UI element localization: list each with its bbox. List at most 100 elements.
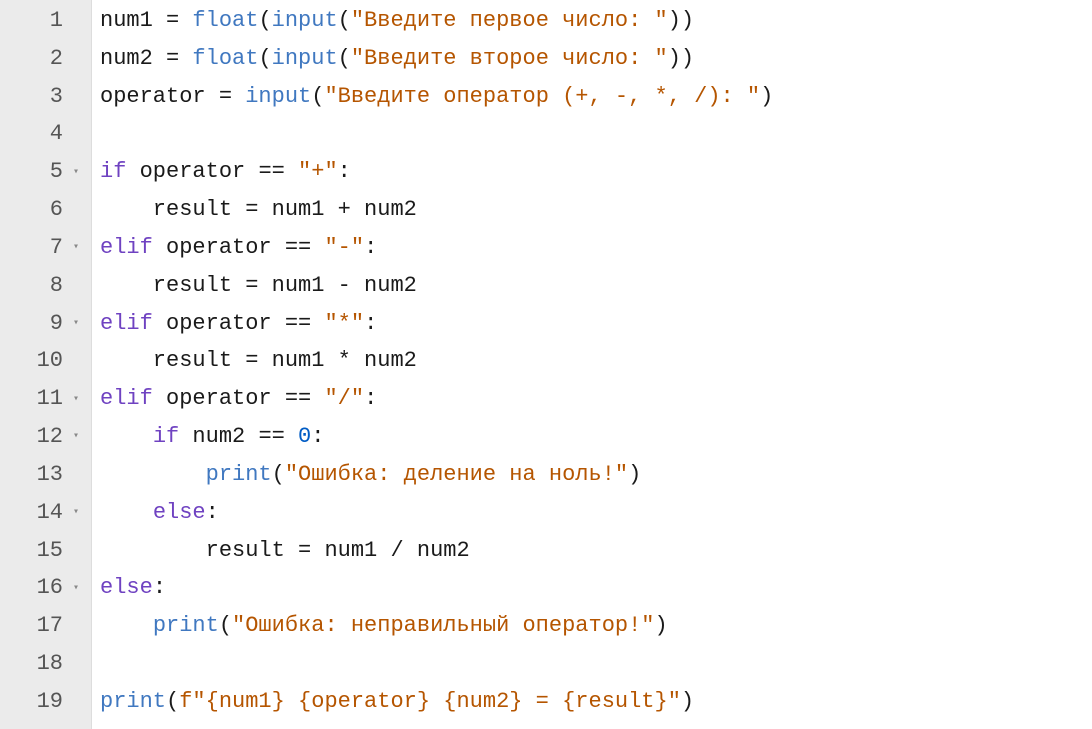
token-name: result [100, 273, 232, 298]
token-op: == [285, 311, 311, 336]
code-area[interactable]: num1 = float(input("Введите первое число… [92, 0, 1092, 729]
line-number: 14 [37, 494, 63, 532]
code-line[interactable]: print("Ошибка: деление на ноль!") [100, 456, 1084, 494]
token-name: num2 [179, 424, 258, 449]
line-number: 10 [37, 342, 63, 380]
token-punc: ( [338, 8, 351, 33]
token-kw: else [100, 575, 153, 600]
gutter-line: 3 [8, 78, 79, 116]
code-line[interactable]: operator = input("Введите оператор (+, -… [100, 78, 1084, 116]
code-line[interactable]: else: [100, 569, 1084, 607]
code-line[interactable]: num1 = float(input("Введите первое число… [100, 2, 1084, 40]
line-number: 7 [50, 229, 63, 267]
line-number: 1 [50, 2, 63, 40]
token-kw: elif [100, 235, 153, 260]
token-fn: print [100, 689, 166, 714]
fold-marker-icon[interactable]: ▾ [69, 391, 79, 408]
fold-marker-icon[interactable]: ▾ [69, 164, 79, 181]
token-punc: ( [219, 613, 232, 638]
code-line[interactable]: elif operator == "/": [100, 380, 1084, 418]
token-punc: ( [338, 46, 351, 71]
token-name [100, 613, 153, 638]
token-str: "+" [285, 159, 338, 184]
token-punc: ( [258, 46, 271, 71]
token-op: == [258, 424, 284, 449]
code-line[interactable]: else: [100, 494, 1084, 532]
code-line[interactable] [100, 115, 1084, 153]
fold-marker-icon[interactable]: ▾ [69, 428, 79, 445]
token-fn: print [153, 613, 219, 638]
gutter-line: 17 [8, 607, 79, 645]
line-number: 5 [50, 153, 63, 191]
gutter-line: 16▾ [8, 569, 79, 607]
token-name: result [100, 538, 285, 563]
gutter-line: 11 ▾ [8, 380, 79, 418]
token-fn: input [272, 46, 338, 71]
token-kw: if [100, 159, 126, 184]
token-punc: : [311, 424, 324, 449]
token-punc: ( [166, 689, 179, 714]
line-number: 12 [37, 418, 63, 456]
token-op: - [338, 273, 351, 298]
line-number: 2 [50, 40, 63, 78]
gutter-line: 10 [8, 342, 79, 380]
token-str: "Ошибка: неправильный оператор!" [232, 613, 654, 638]
token-punc: ) [655, 613, 668, 638]
token-fn: input [245, 84, 311, 109]
code-line[interactable] [100, 645, 1084, 683]
code-line[interactable]: print("Ошибка: неправильный оператор!") [100, 607, 1084, 645]
code-line[interactable]: result = num1 + num2 [100, 191, 1084, 229]
gutter-line: 5▾ [8, 153, 79, 191]
line-number: 6 [50, 191, 63, 229]
code-line[interactable]: print(f"{num1} {operator} {num2} = {resu… [100, 683, 1084, 721]
code-line[interactable]: elif operator == "-": [100, 229, 1084, 267]
token-name: operator [153, 386, 285, 411]
code-line[interactable]: if num2 == 0: [100, 418, 1084, 456]
token-name [100, 500, 153, 525]
token-punc: : [364, 235, 377, 260]
token-kw: else [153, 500, 206, 525]
line-number: 11 [37, 380, 63, 418]
token-op: = [285, 538, 325, 563]
gutter-line: 7▾ [8, 229, 79, 267]
token-punc: ( [258, 8, 271, 33]
line-number: 3 [50, 78, 63, 116]
token-fn: float [192, 8, 258, 33]
gutter-line: 8 [8, 267, 79, 305]
token-name: operator [153, 235, 285, 260]
code-line[interactable]: if operator == "+": [100, 153, 1084, 191]
token-str: "Введите второе число: " [351, 46, 668, 71]
fold-marker-icon[interactable]: ▾ [69, 239, 79, 256]
token-op: / [390, 538, 403, 563]
token-name: operator [153, 311, 285, 336]
token-name: num2 [351, 273, 417, 298]
token-name [100, 424, 153, 449]
token-fn: float [192, 46, 258, 71]
line-number: 8 [50, 267, 63, 305]
gutter-line: 6 [8, 191, 79, 229]
token-str: "Введите оператор (+, -, *, /): " [324, 84, 760, 109]
token-name: num2 [351, 197, 417, 222]
token-name: operator [100, 84, 206, 109]
token-op: == [285, 235, 311, 260]
token-kw: if [153, 424, 179, 449]
token-fn: input [272, 8, 338, 33]
fold-marker-icon[interactable]: ▾ [69, 315, 79, 332]
token-op: = [153, 46, 193, 71]
line-number: 4 [50, 115, 63, 153]
token-punc: : [338, 159, 351, 184]
code-line[interactable]: result = num1 / num2 [100, 532, 1084, 570]
code-line[interactable]: elif operator == "*": [100, 305, 1084, 343]
token-str: "*" [311, 311, 364, 336]
line-number: 13 [37, 456, 63, 494]
token-op: = [232, 348, 272, 373]
token-str: "Ошибка: деление на ноль!" [285, 462, 628, 487]
token-punc: : [364, 386, 377, 411]
code-line[interactable]: result = num1 - num2 [100, 267, 1084, 305]
fold-marker-icon[interactable]: ▾ [69, 504, 79, 521]
token-op: + [338, 197, 351, 222]
token-name: num1 [324, 538, 390, 563]
fold-marker-icon[interactable]: ▾ [69, 580, 79, 597]
code-line[interactable]: result = num1 * num2 [100, 342, 1084, 380]
code-line[interactable]: num2 = float(input("Введите второе число… [100, 40, 1084, 78]
